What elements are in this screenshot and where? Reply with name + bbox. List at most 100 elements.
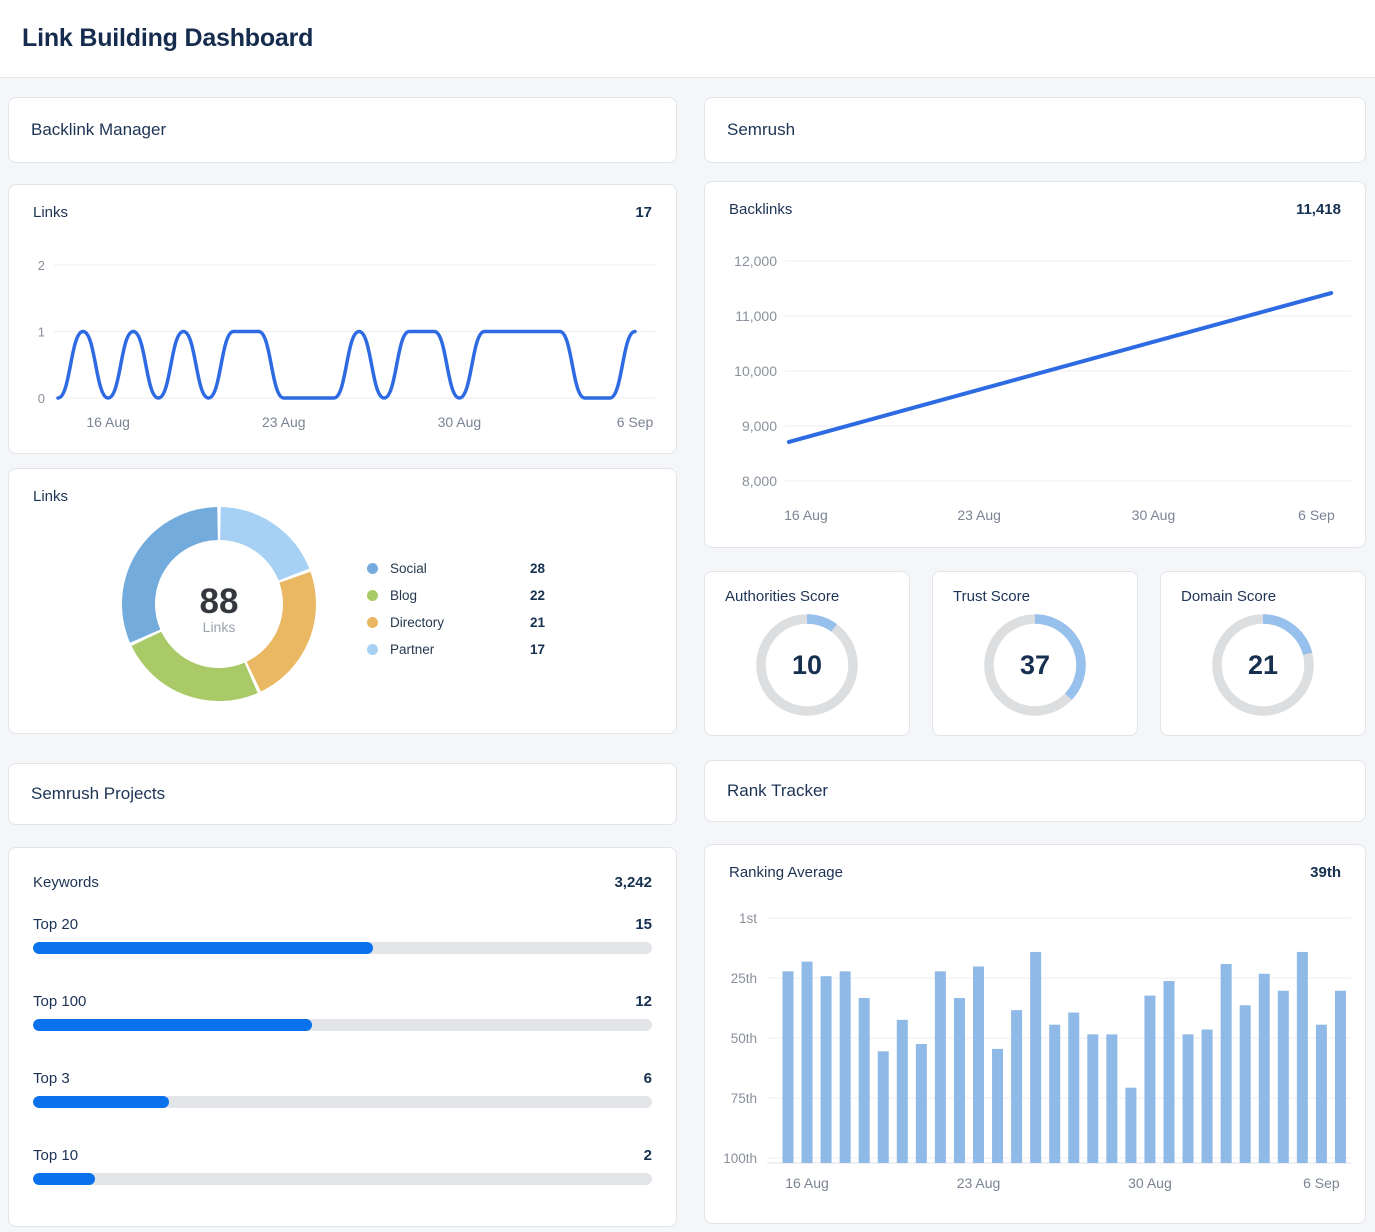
legend-swatch-directory-icon bbox=[367, 617, 378, 628]
keywords-head: Keywords 3,242 bbox=[33, 848, 652, 891]
score-value: 10 bbox=[753, 611, 861, 719]
donut-legend: Social 28 Blog 22 Directory 21 Partner 1… bbox=[367, 555, 545, 663]
left-column: Backlink Manager Links 17 21016 Aug23 Au… bbox=[8, 97, 677, 1227]
legend-swatch-blog-icon bbox=[367, 590, 378, 601]
svg-text:75th: 75th bbox=[731, 1091, 757, 1106]
authorities-score-card: Authorities Score 10 bbox=[704, 571, 910, 736]
legend-label: Social bbox=[390, 561, 427, 576]
legend-value: 22 bbox=[530, 588, 545, 603]
progress-track bbox=[33, 1173, 652, 1185]
links-line-chart-panel: Links 17 21016 Aug23 Aug30 Aug6 Sep bbox=[8, 184, 677, 454]
svg-text:1: 1 bbox=[38, 325, 45, 340]
legend-swatch-partner-icon bbox=[367, 644, 378, 655]
keyword-row-top-100: Top 100 12 bbox=[33, 992, 652, 1031]
section-title: Backlink Manager bbox=[31, 120, 166, 140]
keywords-panel: Keywords 3,242 Top 20 15 Top 100 12 T bbox=[8, 847, 677, 1227]
chart-title: Ranking Average bbox=[729, 864, 843, 881]
backlinks-chart-panel: Backlinks 11,418 12,00011,00010,0009,000… bbox=[704, 181, 1366, 548]
score-title: Authorities Score bbox=[705, 572, 909, 605]
section-title: Semrush bbox=[727, 120, 795, 140]
panel-head: Backlinks 11,418 bbox=[729, 201, 1341, 218]
svg-text:1st: 1st bbox=[739, 911, 757, 926]
keyword-range-label: Top 3 bbox=[33, 1070, 70, 1087]
keyword-count: 6 bbox=[644, 1070, 652, 1087]
progress-fill bbox=[33, 1096, 169, 1108]
progress-track bbox=[33, 942, 652, 954]
panel-head: Links bbox=[33, 488, 652, 505]
section-header-semrush-projects: Semrush Projects bbox=[8, 763, 677, 825]
keyword-row-top-3: Top 3 6 bbox=[33, 1069, 652, 1108]
ranking-average-panel: Ranking Average 39th 1st 25th 50th 75th 100t… bbox=[704, 844, 1366, 1224]
legend-value: 28 bbox=[530, 561, 545, 576]
domain-score-card: Domain Score 21 bbox=[1160, 571, 1366, 736]
keyword-count: 2 bbox=[644, 1147, 652, 1164]
keyword-count: 12 bbox=[635, 993, 652, 1010]
svg-text:9,000: 9,000 bbox=[742, 418, 777, 434]
progress-fill bbox=[33, 1173, 95, 1185]
chart-title: Links bbox=[33, 204, 68, 221]
keyword-row-top-20: Top 20 15 bbox=[33, 915, 652, 954]
dashboard-body: Backlink Manager Links 17 21016 Aug23 Au… bbox=[0, 78, 1375, 1227]
section-header-semrush: Semrush bbox=[704, 97, 1366, 163]
score-cards-row: Authorities Score 10 Trust Score 37 Doma… bbox=[704, 571, 1366, 736]
svg-text:16 Aug: 16 Aug bbox=[785, 1175, 829, 1191]
svg-text:23 Aug: 23 Aug bbox=[957, 507, 1001, 523]
progress-fill bbox=[33, 942, 373, 954]
svg-text:30 Aug: 30 Aug bbox=[1132, 507, 1176, 523]
ranking-average-bar-chart: 1st 25th 50th 75th 100th 16 Aug 23 Aug 30 Aug 6 … bbox=[705, 845, 1365, 1223]
top-bar: Link Building Dashboard bbox=[0, 0, 1375, 78]
chart-title: Links bbox=[33, 488, 68, 505]
backlinks-line-chart: 12,00011,00010,0009,0008,00016 Aug23 Aug… bbox=[705, 182, 1365, 547]
svg-text:30 Aug: 30 Aug bbox=[1128, 1175, 1172, 1191]
section-title: Rank Tracker bbox=[727, 781, 828, 801]
legend-value: 17 bbox=[530, 642, 545, 657]
svg-text:30 Aug: 30 Aug bbox=[438, 414, 482, 430]
legend-value: 21 bbox=[530, 615, 545, 630]
score-title: Trust Score bbox=[933, 572, 1137, 605]
progress-track bbox=[33, 1019, 652, 1031]
svg-text:6 Sep: 6 Sep bbox=[1298, 507, 1335, 523]
chart-total-value: 11,418 bbox=[1296, 201, 1341, 218]
svg-text:16 Aug: 16 Aug bbox=[784, 507, 828, 523]
svg-text:25th: 25th bbox=[731, 971, 757, 986]
svg-text:100th: 100th bbox=[723, 1151, 757, 1166]
keyword-range-label: Top 100 bbox=[33, 993, 86, 1010]
svg-text:50th: 50th bbox=[731, 1031, 757, 1046]
score-value: 37 bbox=[981, 611, 1089, 719]
keyword-row-top-10: Top 10 2 bbox=[33, 1146, 652, 1185]
svg-text:2: 2 bbox=[38, 258, 45, 273]
score-value: 21 bbox=[1209, 611, 1317, 719]
section-header-backlink-manager: Backlink Manager bbox=[8, 97, 677, 163]
svg-text:6 Sep: 6 Sep bbox=[1303, 1175, 1340, 1191]
svg-text:Links: Links bbox=[203, 619, 236, 635]
legend-label: Blog bbox=[390, 588, 417, 603]
svg-text:0: 0 bbox=[38, 391, 45, 406]
legend-item-partner: Partner 17 bbox=[367, 636, 545, 663]
keyword-range-label: Top 20 bbox=[33, 916, 78, 933]
chart-title: Keywords bbox=[33, 874, 99, 891]
svg-text:6 Sep: 6 Sep bbox=[617, 414, 654, 430]
legend-swatch-social-icon bbox=[367, 563, 378, 574]
svg-text:10,000: 10,000 bbox=[734, 363, 777, 379]
links-line-chart: 21016 Aug23 Aug30 Aug6 Sep bbox=[9, 185, 676, 453]
trust-score-card: Trust Score 37 bbox=[932, 571, 1138, 736]
svg-text:23 Aug: 23 Aug bbox=[957, 1175, 1001, 1191]
progress-fill bbox=[33, 1019, 312, 1031]
right-column: Semrush Backlinks 11,418 12,00011,00010,… bbox=[704, 97, 1366, 1224]
legend-item-social: Social 28 bbox=[367, 555, 545, 582]
links-donut-panel: Links 88Links Social 28 Blog 22 Director… bbox=[8, 468, 677, 734]
chart-total-value: 3,242 bbox=[614, 874, 652, 891]
authorities-score-gauge: 10 bbox=[753, 611, 861, 719]
chart-total-value: 39th bbox=[1310, 864, 1341, 881]
chart-total-value: 17 bbox=[635, 204, 652, 221]
panel-head: Ranking Average 39th bbox=[729, 864, 1341, 881]
page-title: Link Building Dashboard bbox=[22, 24, 313, 53]
svg-text:23 Aug: 23 Aug bbox=[262, 414, 306, 430]
domain-score-gauge: 21 bbox=[1209, 611, 1317, 719]
keyword-count: 15 bbox=[635, 916, 652, 933]
keyword-range-label: Top 10 bbox=[33, 1147, 78, 1164]
svg-text:8,000: 8,000 bbox=[742, 473, 777, 489]
score-title: Domain Score bbox=[1161, 572, 1365, 605]
panel-head: Links 17 bbox=[33, 204, 652, 221]
chart-title: Backlinks bbox=[729, 201, 792, 218]
